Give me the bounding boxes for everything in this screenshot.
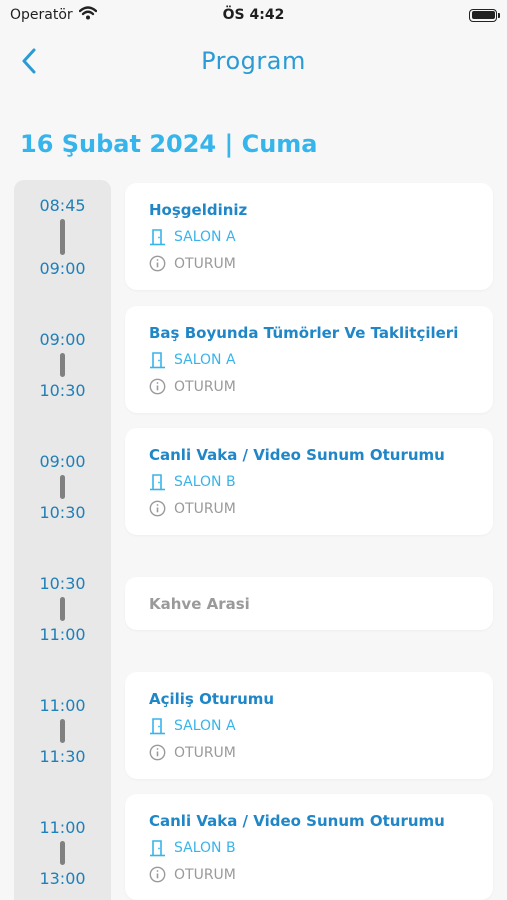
session-title: Açiliş Oturumu (149, 690, 275, 708)
time-connector (60, 841, 65, 865)
info-icon (149, 744, 166, 761)
end-time: 13:00 (39, 869, 86, 888)
end-time: 10:30 (39, 503, 86, 522)
room-label: SALON A (174, 229, 236, 245)
session-title: Canli Vaka / Video Sunum Oturumu (149, 812, 445, 830)
room-row: SALON A (149, 717, 469, 735)
session-card[interactable]: Baş Boyunda Tümörler Ve Taklitçileri SAL… (125, 306, 493, 413)
room-row: SALON A (149, 228, 469, 246)
date-heading: 16 Şubat 2024 | Cuma (20, 130, 318, 158)
session-title: Baş Boyunda Tümörler Ve Taklitçileri (149, 324, 459, 342)
break-title: Kahve Arasi (149, 594, 250, 613)
start-time: 11:00 (39, 818, 86, 837)
time-connector (60, 719, 65, 743)
session-title: Canli Vaka / Video Sunum Oturumu (149, 446, 445, 464)
room-label: SALON A (174, 352, 236, 368)
end-time: 09:00 (39, 259, 86, 278)
start-time: 08:45 (39, 196, 86, 215)
time-connector (60, 475, 65, 499)
carrier-label: Operatör (10, 7, 73, 23)
session-card[interactable]: Canli Vaka / Video Sunum Oturumu SALON B… (125, 428, 493, 535)
session-title: Hoşgeldiniz (149, 201, 248, 219)
time-connector (60, 597, 65, 621)
info-icon (149, 378, 166, 395)
door-icon (150, 352, 165, 369)
door-icon (150, 229, 165, 246)
time-connector (60, 219, 65, 255)
room-row: SALON A (149, 351, 469, 369)
door-icon (150, 840, 165, 857)
time-range: 11:00 11:30 (14, 696, 111, 766)
type-row: OTURUM (149, 500, 469, 517)
session-type-label: OTURUM (174, 255, 236, 272)
end-time: 11:00 (39, 625, 86, 644)
status-bar: Operatör ÖS 4:42 (0, 0, 507, 30)
time-range: 08:45 09:00 (14, 196, 111, 278)
time-connector (60, 353, 65, 377)
type-row: OTURUM (149, 255, 469, 272)
start-time: 09:00 (39, 452, 86, 471)
info-icon (149, 255, 166, 272)
info-icon (149, 500, 166, 517)
room-label: SALON B (174, 840, 236, 856)
type-row: OTURUM (149, 378, 469, 395)
back-button[interactable] (14, 44, 44, 78)
page-title: Program (201, 47, 306, 75)
start-time: 10:30 (39, 574, 86, 593)
type-row: OTURUM (149, 744, 469, 761)
start-time: 11:00 (39, 696, 86, 715)
room-label: SALON B (174, 474, 236, 490)
wifi-icon (78, 6, 97, 24)
time-range: 10:30 11:00 (14, 574, 111, 644)
door-icon (150, 718, 165, 735)
session-card[interactable]: Canli Vaka / Video Sunum Oturumu SALON B… (125, 794, 493, 900)
chevron-left-icon (22, 48, 36, 74)
battery-icon (469, 8, 500, 22)
session-card[interactable]: Hoşgeldiniz SALON A OTURUM (125, 183, 493, 290)
time-range: 11:00 13:00 (14, 818, 111, 888)
room-row: SALON B (149, 473, 469, 491)
nav-bar: Program (0, 36, 507, 86)
timeline-column (14, 180, 111, 900)
session-card[interactable]: Açiliş Oturumu SALON A OTURUM (125, 672, 493, 779)
start-time: 09:00 (39, 330, 86, 349)
break-card[interactable]: Kahve Arasi (125, 577, 493, 630)
time-range: 09:00 10:30 (14, 330, 111, 400)
type-row: OTURUM (149, 866, 469, 883)
session-type-label: OTURUM (174, 866, 236, 883)
session-type-label: OTURUM (174, 500, 236, 517)
door-icon (150, 474, 165, 491)
room-row: SALON B (149, 839, 469, 857)
end-time: 10:30 (39, 381, 86, 400)
status-left: Operatör (10, 6, 97, 24)
end-time: 11:30 (39, 747, 86, 766)
info-icon (149, 866, 166, 883)
time-range: 09:00 10:30 (14, 452, 111, 522)
session-type-label: OTURUM (174, 744, 236, 761)
session-type-label: OTURUM (174, 378, 236, 395)
room-label: SALON A (174, 718, 236, 734)
